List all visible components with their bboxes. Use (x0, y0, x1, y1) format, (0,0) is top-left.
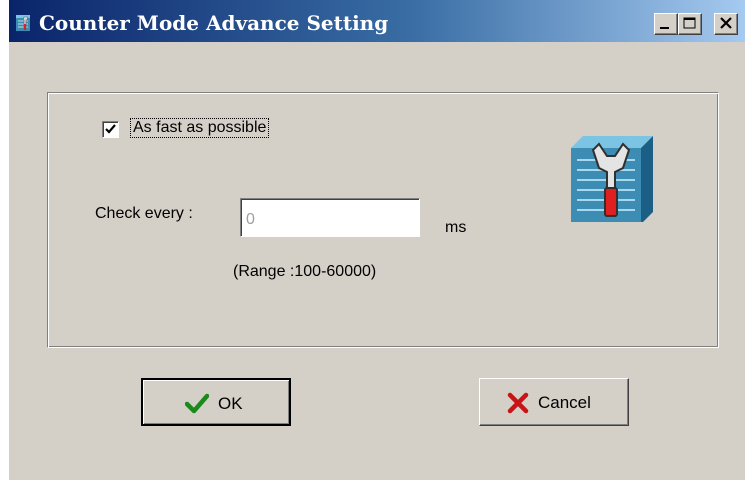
close-button[interactable] (714, 13, 738, 35)
ok-button-label: OK (218, 394, 243, 413)
check-every-input[interactable] (240, 198, 420, 237)
ok-button[interactable]: OK (141, 378, 291, 426)
as-fast-as-possible-label[interactable]: As fast as possible (129, 118, 270, 138)
cancel-button[interactable]: Cancel (479, 378, 629, 426)
maximize-icon (683, 17, 696, 29)
check-every-label: Check every : (95, 205, 193, 222)
range-hint: (Range :100-60000) (233, 263, 377, 280)
window-title: Counter Mode Advance Setting (39, 11, 389, 35)
title-bar[interactable]: Counter Mode Advance Setting (9, 0, 745, 42)
minimize-button[interactable] (654, 13, 678, 35)
cross-icon (507, 392, 529, 414)
cancel-button-label: Cancel (538, 393, 591, 412)
checkmark-icon (185, 393, 209, 414)
maximize-button[interactable] (678, 13, 702, 35)
close-icon (720, 17, 732, 29)
ms-unit-label: ms (445, 219, 467, 236)
wrench-list-icon (571, 136, 653, 222)
as-fast-as-possible-checkbox[interactable] (102, 121, 119, 138)
dialog-window: Counter Mode Advance Setting As fast as … (8, 0, 745, 480)
app-tool-icon (16, 15, 30, 31)
checkmark-tick-icon (105, 124, 116, 134)
minimize-icon (660, 27, 669, 29)
